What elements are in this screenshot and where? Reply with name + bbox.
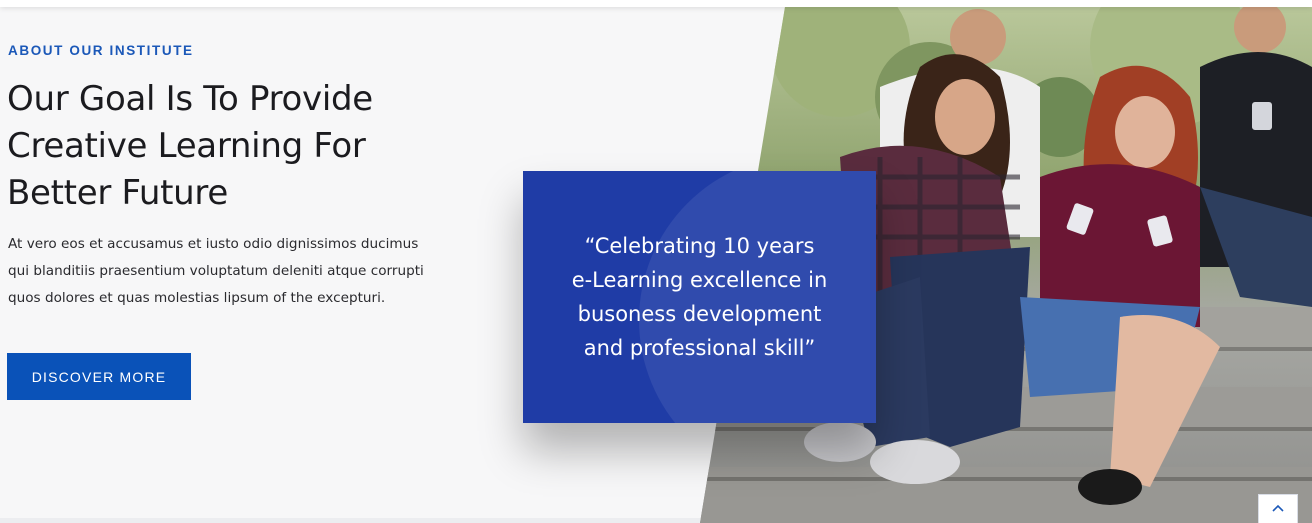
description-line: At vero eos et accusamus et iusto odio d… bbox=[8, 236, 419, 252]
section-description: At vero eos et accusamus et iusto odio d… bbox=[8, 231, 458, 312]
discover-more-button[interactable]: DISCOVER MORE bbox=[7, 353, 191, 400]
quote-line: busoness development bbox=[577, 302, 822, 326]
header-edge bbox=[0, 0, 1312, 7]
back-to-top-button[interactable] bbox=[1258, 494, 1298, 523]
quote-line: and professional skill” bbox=[583, 336, 816, 360]
about-section: ABOUT OUR INSTITUTE Our Goal Is To Provi… bbox=[0, 0, 1312, 523]
quote-line: e-Learning excellence in bbox=[571, 268, 828, 292]
headline-line: Creative Learning For bbox=[7, 126, 366, 166]
section-headline: Our Goal Is To Provide Creative Learning… bbox=[7, 76, 477, 217]
section-divider bbox=[0, 518, 700, 523]
quote-card: “Celebrating 10 years e-Learning excelle… bbox=[523, 171, 876, 423]
headline-line: Better Future bbox=[7, 173, 228, 213]
quote-line: “Celebrating 10 years bbox=[584, 234, 815, 258]
description-line: qui blanditiis praesentium voluptatum de… bbox=[8, 263, 424, 279]
section-eyebrow: ABOUT OUR INSTITUTE bbox=[8, 43, 194, 58]
headline-line: Our Goal Is To Provide bbox=[7, 79, 373, 119]
description-line: quos dolores et quas molestias lipsum of… bbox=[8, 290, 386, 306]
chevron-up-icon bbox=[1272, 504, 1284, 512]
quote-text: “Celebrating 10 years e-Learning excelle… bbox=[523, 229, 876, 365]
